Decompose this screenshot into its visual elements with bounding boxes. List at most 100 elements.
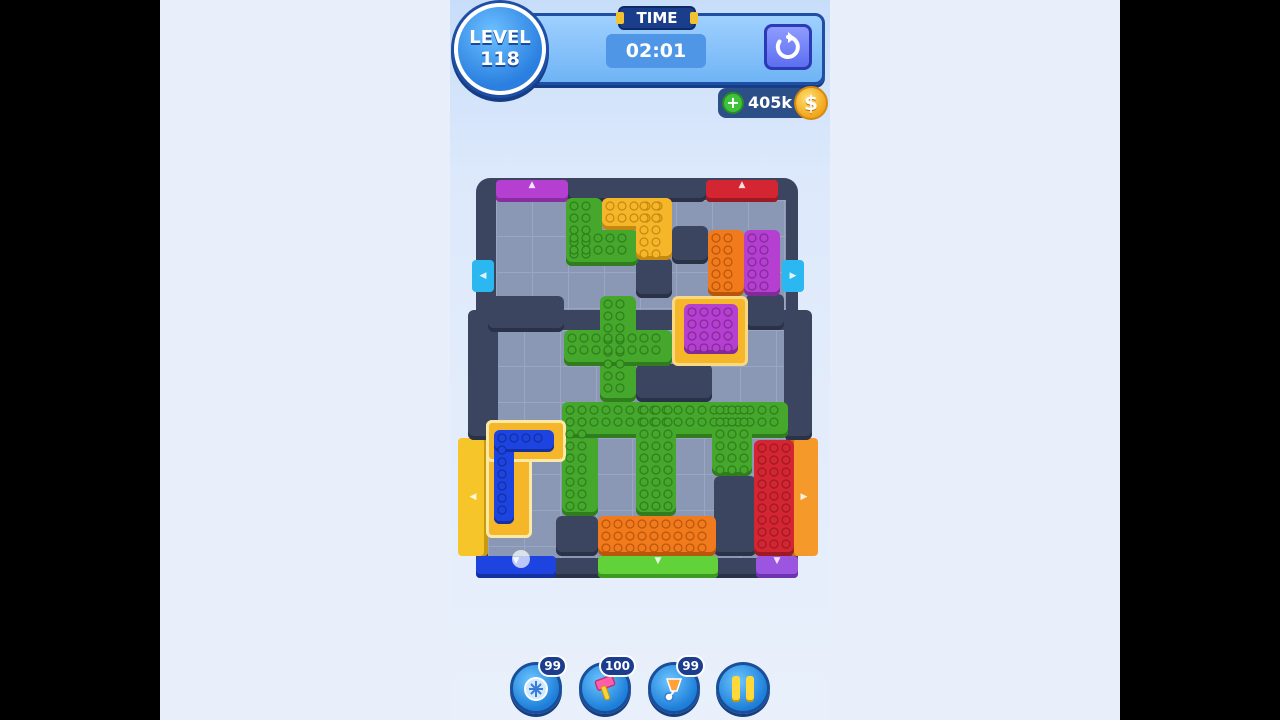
lego-stud <box>533 433 543 443</box>
lego-stud <box>567 345 577 355</box>
lego-stud <box>627 345 637 355</box>
lego-stud <box>757 503 767 513</box>
pause-icon <box>732 676 740 700</box>
lego-stud <box>569 201 579 211</box>
lego-stud <box>759 257 769 267</box>
vacuum-icon <box>664 678 683 702</box>
freeze-tool-button[interactable]: 99 <box>510 655 567 714</box>
lego-stud <box>747 269 757 279</box>
lego-stud <box>603 323 613 333</box>
lego-stud <box>589 417 599 427</box>
lego-stud <box>615 323 625 333</box>
lego-stud <box>589 405 599 415</box>
lego-stud <box>649 531 659 541</box>
lego-stud <box>711 319 721 329</box>
lego-stud <box>781 539 791 549</box>
lego-stud <box>739 441 749 451</box>
lego-stud <box>757 515 767 525</box>
lego-stud <box>685 531 695 541</box>
snowflake-clock-icon <box>524 677 548 701</box>
lego-stud <box>603 299 613 309</box>
lego-stud <box>687 331 697 341</box>
lego-stud <box>565 501 575 511</box>
lego-stud <box>769 479 779 489</box>
lego-stud <box>613 543 623 553</box>
lego-stud <box>639 453 649 463</box>
lego-stud <box>715 405 725 415</box>
lego-stud <box>663 453 673 463</box>
lego-stud <box>699 331 709 341</box>
lego-stud <box>715 453 725 463</box>
lego-stud <box>615 371 625 381</box>
lego-stud <box>699 307 709 317</box>
lego-stud <box>497 469 507 479</box>
lego-stud <box>565 453 575 463</box>
lego-stud <box>757 491 767 501</box>
lego-stud <box>605 245 615 255</box>
lego-stud <box>747 257 757 267</box>
lego-stud <box>615 299 625 309</box>
lego-stud <box>747 245 757 255</box>
lego-stud <box>723 319 733 329</box>
lego-stud <box>711 269 721 279</box>
lego-stud <box>603 345 613 355</box>
lego-stud <box>639 333 649 343</box>
lego-stud <box>739 465 749 475</box>
lego-stud <box>639 489 649 499</box>
lego-stud <box>613 519 623 529</box>
lego-stud <box>781 515 791 525</box>
lego-stud <box>781 455 791 465</box>
lego-stud <box>769 405 779 415</box>
lego-stud <box>639 465 649 475</box>
lego-stud <box>629 213 639 223</box>
lego-stud <box>711 233 721 243</box>
lego-stud <box>723 269 733 279</box>
lego-stud <box>651 441 661 451</box>
lego-stud <box>579 333 589 343</box>
lego-stud <box>615 345 625 355</box>
lego-stud <box>697 531 707 541</box>
lego-stud <box>651 453 661 463</box>
lego-stud <box>663 477 673 487</box>
lego-stud <box>757 539 767 549</box>
lego-stud <box>651 465 661 475</box>
lego-stud <box>781 527 791 537</box>
lego-stud <box>715 465 725 475</box>
lego-stud <box>569 213 579 223</box>
hammer-tool-button[interactable]: 100 <box>579 655 636 714</box>
lego-stud <box>697 543 707 553</box>
lego-stud <box>661 519 671 529</box>
lego-stud <box>673 417 683 427</box>
lego-stud <box>591 345 601 355</box>
lego-stud <box>497 481 507 491</box>
lego-stud <box>605 233 615 243</box>
lego-stud <box>739 405 749 415</box>
hammer-tool-count: 100 <box>598 655 636 677</box>
lego-stud <box>769 515 779 525</box>
lego-stud <box>769 491 779 501</box>
lego-stud <box>673 519 683 529</box>
lego-stud <box>497 445 507 455</box>
lego-stud <box>639 429 649 439</box>
pause-button[interactable] <box>716 662 770 714</box>
lego-stud <box>603 333 613 343</box>
lego-stud <box>651 333 661 343</box>
lego-stud <box>565 489 575 499</box>
lego-stud <box>637 543 647 553</box>
lego-stud <box>581 201 591 211</box>
lego-stud <box>757 479 767 489</box>
lego-stud <box>651 249 661 259</box>
lego-stud <box>781 491 791 501</box>
lego-stud <box>639 201 649 211</box>
lego-stud <box>577 405 587 415</box>
lego-stud <box>661 543 671 553</box>
lego-stud <box>759 281 769 291</box>
lego-stud <box>497 433 507 443</box>
lego-stud <box>577 489 587 499</box>
lego-stud <box>601 417 611 427</box>
vacuum-tool-button[interactable]: 99 <box>648 655 705 714</box>
lego-stud <box>759 233 769 243</box>
lego-stud <box>593 233 603 243</box>
lego-stud <box>727 465 737 475</box>
lego-stud <box>601 531 611 541</box>
